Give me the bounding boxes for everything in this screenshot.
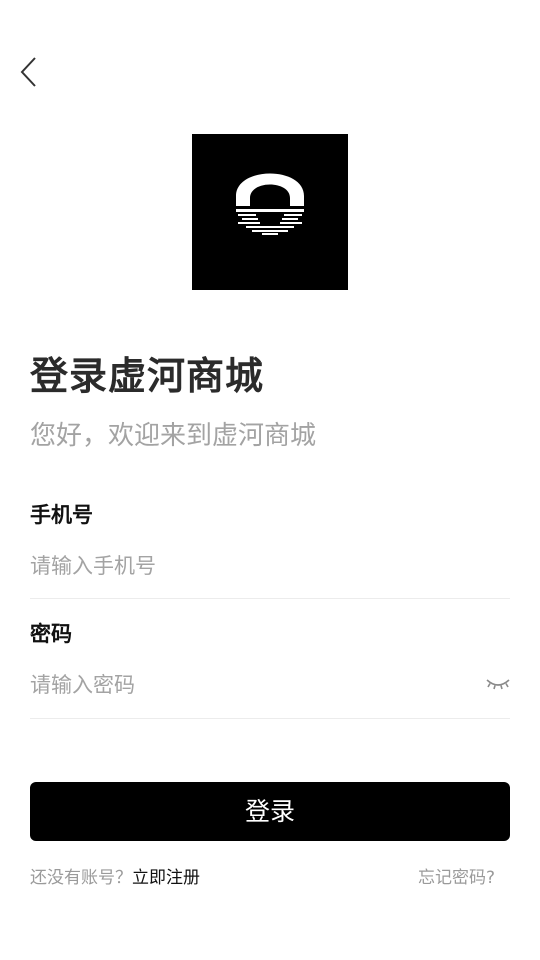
chevron-left-icon (20, 57, 36, 87)
password-divider (30, 718, 510, 719)
page-title: 登录虚河商城 (30, 354, 265, 398)
password-input[interactable] (30, 665, 470, 705)
no-account-text: 还没有账号？ (30, 868, 132, 888)
back-button[interactable] (14, 54, 42, 90)
page-subtitle: 您好，欢迎来到虚河商城 (30, 421, 317, 451)
password-visibility-toggle[interactable] (484, 674, 512, 694)
phone-input[interactable] (30, 546, 470, 586)
eye-closed-icon (486, 679, 510, 690)
login-button[interactable]: 登录 (30, 782, 510, 841)
logo-mark-icon (236, 173, 304, 235)
forgot-password-link[interactable]: 忘记密码? (418, 866, 495, 890)
register-link[interactable]: 立即注册 (132, 868, 200, 888)
phone-divider (30, 598, 510, 599)
app-logo: 虚河 (192, 134, 348, 395)
register-prompt: 还没有账号？立即注册 (30, 866, 200, 890)
password-label: 密码 (30, 622, 72, 646)
phone-label: 手机号 (30, 503, 93, 527)
